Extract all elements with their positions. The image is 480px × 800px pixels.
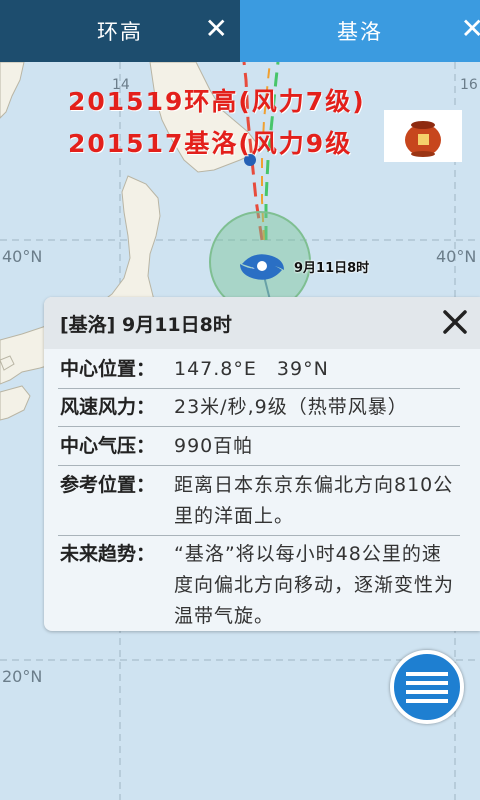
lon-label-16: 16 (460, 77, 478, 93)
menu-button[interactable] (390, 650, 464, 724)
lat-label-left: 40°N (2, 247, 43, 266)
lucky-pot-image[interactable] (384, 110, 462, 162)
row-reference-position: 参考位置： 距离日本东京东偏北方向810公里的洋面上。 (60, 474, 454, 527)
typhoon-info-card: [基洛] 9月11日8时 中心位置： 147.8°E 39°N 风速风力： 23… (44, 297, 480, 631)
lat-label-bottom: 20°N (2, 667, 43, 686)
row-pressure: 中心气压： 990百帕 (60, 435, 254, 457)
overlay-title-jiluo: 201517基洛(风力9级 (68, 129, 353, 158)
row-center-position: 中心位置： 147.8°E 39°N (60, 358, 329, 380)
close-icon[interactable]: ✕ (461, 14, 480, 44)
overlay-title-huangao: 201519环高(风力7级) (68, 87, 366, 116)
close-icon[interactable]: ✕ (205, 14, 230, 44)
tab-label: 基洛 (337, 20, 383, 44)
row-divider (58, 388, 460, 389)
row-divider (58, 535, 460, 536)
typhoon-tabs: 环高 ✕ 基洛 ✕ (0, 0, 480, 62)
menu-icon (406, 672, 448, 703)
track-point-label: 9月11日8时 (294, 261, 370, 276)
pot-icon (405, 121, 441, 157)
row-wind-speed: 风速风力： 23米/秒,9级（热带风暴） (60, 396, 408, 418)
card-title: [基洛] 9月11日8时 (60, 313, 232, 336)
tab-jiluo[interactable]: 基洛 ✕ (240, 0, 480, 62)
row-divider (58, 426, 460, 427)
row-future-trend: 未来趋势： “基洛”将以每小时48公里的速度向偏北方向移动，逐渐变性为温带气旋。 (60, 543, 455, 627)
lat-label-right: 40°N (436, 247, 477, 266)
tab-label: 环高 (97, 20, 143, 44)
close-icon[interactable] (438, 305, 472, 339)
tab-huangao[interactable]: 环高 ✕ (0, 0, 240, 62)
card-header: [基洛] 9月11日8时 (44, 297, 480, 349)
row-divider (58, 465, 460, 466)
